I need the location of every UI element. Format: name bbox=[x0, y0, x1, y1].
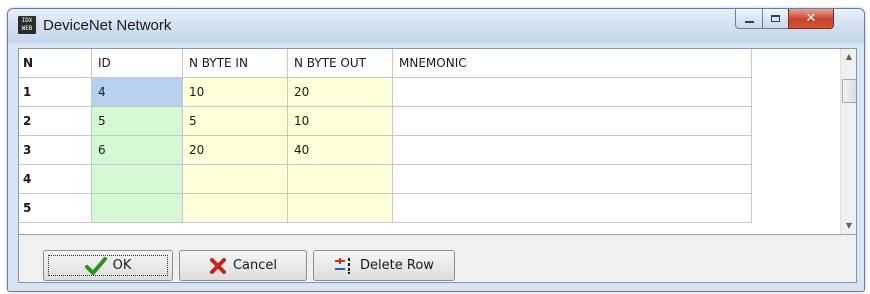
byte-out-cell[interactable] bbox=[288, 194, 393, 223]
table-row: 1 4 10 20 bbox=[19, 78, 752, 107]
focus-ring bbox=[48, 255, 168, 276]
grid-header-row: N ID N BYTE IN N BYTE OUT MNEMONIC bbox=[19, 49, 752, 78]
delete-row-icon bbox=[334, 257, 354, 275]
table-row: 4 bbox=[19, 165, 752, 194]
close-icon: ✕ bbox=[805, 11, 817, 26]
maximize-icon bbox=[771, 15, 780, 22]
vertical-scrollbar[interactable]: ▲ ▼ bbox=[840, 49, 856, 234]
byte-in-cell[interactable]: 10 bbox=[183, 78, 288, 107]
delete-row-button-label: Delete Row bbox=[360, 258, 434, 273]
cancel-button-label: Cancel bbox=[232, 258, 278, 273]
byte-out-cell[interactable]: 40 bbox=[288, 136, 393, 165]
mnemonic-cell[interactable] bbox=[393, 107, 752, 136]
column-header-n[interactable]: N bbox=[19, 49, 92, 78]
cancel-button[interactable]: Cancel bbox=[179, 250, 307, 281]
ok-button[interactable]: OK bbox=[43, 250, 173, 281]
close-button[interactable]: ✕ bbox=[788, 9, 834, 29]
byte-in-cell[interactable] bbox=[183, 165, 288, 194]
column-header-n-byte-out[interactable]: N BYTE OUT bbox=[288, 49, 393, 78]
id-cell[interactable]: 4 bbox=[92, 78, 183, 107]
row-number[interactable]: 1 bbox=[19, 78, 92, 107]
mnemonic-cell[interactable] bbox=[393, 78, 752, 107]
id-cell[interactable] bbox=[92, 165, 183, 194]
app-icon: IDX WEB bbox=[18, 16, 36, 34]
table-row: 5 bbox=[19, 194, 752, 223]
id-cell[interactable]: 6 bbox=[92, 136, 183, 165]
byte-in-cell[interactable] bbox=[183, 194, 288, 223]
window-title: DeviceNet Network bbox=[43, 17, 172, 34]
x-icon bbox=[209, 257, 227, 275]
title-bar[interactable]: IDX WEB DeviceNet Network ✕ bbox=[8, 9, 864, 43]
scrollbar-thumb[interactable] bbox=[842, 79, 856, 103]
minimize-button[interactable] bbox=[735, 9, 763, 29]
mnemonic-cell[interactable] bbox=[393, 136, 752, 165]
id-cell[interactable] bbox=[92, 194, 183, 223]
column-header-mnemonic[interactable]: MNEMONIC bbox=[393, 49, 752, 78]
devicenet-network-window: IDX WEB DeviceNet Network ✕ N ID N BYTE … bbox=[7, 8, 865, 292]
column-header-n-byte-in[interactable]: N BYTE IN bbox=[183, 49, 288, 78]
maximize-button[interactable] bbox=[762, 9, 789, 29]
byte-in-cell[interactable]: 5 bbox=[183, 107, 288, 136]
column-header-id[interactable]: ID bbox=[92, 49, 183, 78]
scroll-up-icon[interactable]: ▲ bbox=[841, 49, 856, 65]
table-row: 3 6 20 40 bbox=[19, 136, 752, 165]
byte-out-cell[interactable]: 20 bbox=[288, 78, 393, 107]
row-number[interactable]: 2 bbox=[19, 107, 92, 136]
dialog-client-area: N ID N BYTE IN N BYTE OUT MNEMONIC 1 4 1… bbox=[18, 48, 857, 283]
minimize-icon bbox=[744, 20, 754, 23]
mnemonic-cell[interactable] bbox=[393, 165, 752, 194]
delete-row-button[interactable]: Delete Row bbox=[313, 250, 455, 281]
mnemonic-cell[interactable] bbox=[393, 194, 752, 223]
byte-in-cell[interactable]: 20 bbox=[183, 136, 288, 165]
row-number[interactable]: 4 bbox=[19, 165, 92, 194]
table-row: 2 5 5 10 bbox=[19, 107, 752, 136]
byte-out-cell[interactable] bbox=[288, 165, 393, 194]
byte-out-cell[interactable]: 10 bbox=[288, 107, 393, 136]
scroll-down-icon[interactable]: ▼ bbox=[841, 218, 856, 234]
device-grid: N ID N BYTE IN N BYTE OUT MNEMONIC 1 4 1… bbox=[19, 49, 856, 235]
row-number[interactable]: 5 bbox=[19, 194, 92, 223]
row-number[interactable]: 3 bbox=[19, 136, 92, 165]
id-cell[interactable]: 5 bbox=[92, 107, 183, 136]
